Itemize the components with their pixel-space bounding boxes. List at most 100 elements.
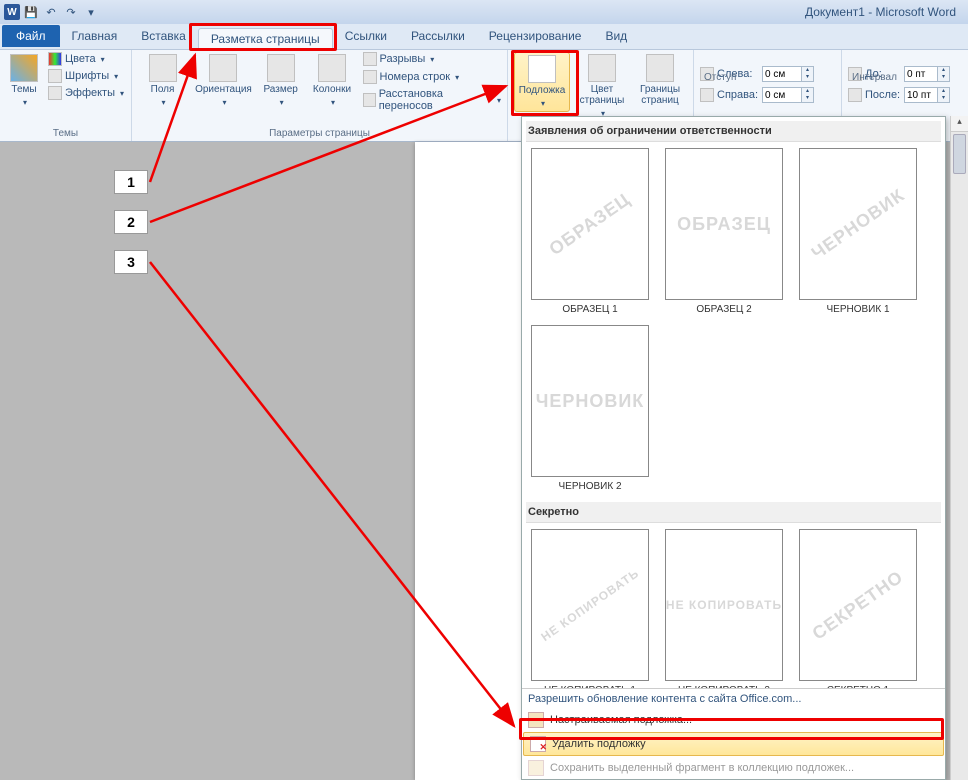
gallery-remove-watermark[interactable]: ✕ Удалить подложку <box>523 732 944 756</box>
margins-button[interactable]: Поля▾ <box>138 52 187 110</box>
line-numbers-icon <box>363 70 377 84</box>
indent-right-icon <box>700 88 714 102</box>
watermark-button[interactable]: Подложка▾ <box>514 52 570 112</box>
tab-view[interactable]: Вид <box>593 25 639 47</box>
remove-watermark-label: Удалить подложку <box>552 738 646 750</box>
margins-label: Поля <box>151 84 175 95</box>
window-title: Документ1 - Microsoft Word <box>805 5 964 19</box>
watermark-option[interactable]: НЕ КОПИРОВАТЬНЕ КОПИРОВАТЬ 2 <box>662 529 786 688</box>
gallery-grid-disclaimers: ОБРАЗЕЦОБРАЗЕЦ 1ОБРАЗЕЦОБРАЗЕЦ 2ЧЕРНОВИК… <box>526 146 941 502</box>
columns-button[interactable]: Колонки▾ <box>307 52 356 110</box>
gallery-scroll[interactable]: Заявления об ограничении ответственности… <box>522 117 945 688</box>
size-label: Размер <box>263 84 297 95</box>
watermark-option[interactable]: НЕ КОПИРОВАТЬНЕ КОПИРОВАТЬ 1 <box>528 529 652 688</box>
tab-review[interactable]: Рецензирование <box>477 25 594 47</box>
effects-label: Эффекты <box>65 87 115 99</box>
watermark-option-label: ЧЕРНОВИК 2 <box>528 481 652 492</box>
gallery-grid-confidential: НЕ КОПИРОВАТЬНЕ КОПИРОВАТЬ 1НЕ КОПИРОВАТ… <box>526 527 941 688</box>
line-numbers-button[interactable]: Номера строк▾ <box>363 70 502 84</box>
page-color-button[interactable]: Цвет страницы▾ <box>576 52 628 121</box>
themes-icon <box>10 54 38 82</box>
gallery-update-link[interactable]: Разрешить обновление контента с сайта Of… <box>522 689 945 709</box>
theme-effects-button[interactable]: Эффекты▾ <box>48 86 124 100</box>
tab-insert[interactable]: Вставка <box>129 25 198 47</box>
line-numbers-label: Номера строк <box>380 71 451 83</box>
breaks-button[interactable]: Разрывы▾ <box>363 52 502 66</box>
watermark-option[interactable]: ЧЕРНОВИКЧЕРНОВИК 1 <box>796 148 920 315</box>
page-borders-label: Границы страниц <box>636 84 684 106</box>
themes-label: Темы <box>11 84 36 95</box>
annotation-3: 3 <box>114 250 148 274</box>
size-button[interactable]: Размер▾ <box>260 52 302 110</box>
gallery-custom-watermark[interactable]: Настраиваемая подложка... <box>522 709 945 731</box>
page-borders-icon <box>646 54 674 82</box>
group-page-setup: Поля▾ Ориентация▾ Размер▾ Колонки▾ Разры… <box>132 50 508 141</box>
orientation-label: Ориентация <box>195 84 252 95</box>
watermark-option-label: ОБРАЗЕЦ 1 <box>528 304 652 315</box>
gallery-save-selection: Сохранить выделенный фрагмент в коллекци… <box>522 757 945 779</box>
colors-icon <box>48 52 62 66</box>
breaks-icon <box>363 52 377 66</box>
fonts-label: Шрифты <box>65 70 109 82</box>
custom-watermark-label: Настраиваемая подложка... <box>550 714 692 726</box>
hyphenation-button[interactable]: Расстановка переносов▾ <box>363 88 502 112</box>
theme-colors-button[interactable]: Цвета▾ <box>48 52 124 66</box>
scroll-up-icon[interactable]: ▴ <box>951 116 968 132</box>
watermark-option[interactable]: ЧЕРНОВИКЧЕРНОВИК 2 <box>528 325 652 492</box>
save-selection-icon <box>528 760 544 776</box>
columns-icon <box>318 54 346 82</box>
tab-file[interactable]: Файл <box>2 25 60 47</box>
spacing-after-label: После: <box>865 89 901 101</box>
remove-watermark-icon: ✕ <box>530 736 546 752</box>
indent-right-input[interactable]: ▴▾ <box>762 87 814 103</box>
watermark-icon <box>528 55 556 83</box>
colors-label: Цвета <box>65 53 96 65</box>
spacing-after-input[interactable]: ▴▾ <box>904 87 950 103</box>
orientation-icon <box>209 54 237 82</box>
orientation-button[interactable]: Ориентация▾ <box>193 52 254 110</box>
gallery-header-disclaimers: Заявления об ограничении ответственности <box>526 121 941 142</box>
custom-watermark-icon <box>528 712 544 728</box>
save-selection-label: Сохранить выделенный фрагмент в коллекци… <box>550 762 854 774</box>
watermark-option[interactable]: ОБРАЗЕЦОБРАЗЕЦ 2 <box>662 148 786 315</box>
tab-mailings[interactable]: Рассылки <box>399 25 477 47</box>
breaks-label: Разрывы <box>380 53 426 65</box>
group-indent-label: Отступ <box>700 72 835 85</box>
size-icon <box>267 54 295 82</box>
margins-icon <box>149 54 177 82</box>
redo-icon[interactable]: ↷ <box>62 3 80 21</box>
columns-label: Колонки <box>313 84 351 95</box>
word-app-icon: W <box>4 4 20 20</box>
themes-button[interactable]: Темы ▾ <box>6 52 42 110</box>
effects-icon <box>48 86 62 100</box>
undo-icon[interactable]: ↶ <box>42 3 60 21</box>
hyphenation-icon <box>363 93 376 107</box>
tab-home[interactable]: Главная <box>60 25 130 47</box>
scroll-thumb[interactable] <box>953 134 966 174</box>
qat-more-icon[interactable]: ▾ <box>82 3 100 21</box>
watermark-option[interactable]: ОБРАЗЕЦОБРАЗЕЦ 1 <box>528 148 652 315</box>
vertical-scrollbar[interactable]: ▴ <box>950 116 968 780</box>
watermark-option[interactable]: СЕКРЕТНОСЕКРЕТНО 1 <box>796 529 920 688</box>
indent-right-label: Справа: <box>717 89 759 101</box>
group-themes-label: Темы <box>6 128 125 141</box>
theme-fonts-button[interactable]: Шрифты▾ <box>48 69 124 83</box>
group-spacing-label: Интервал <box>848 72 958 85</box>
annotation-1: 1 <box>114 170 148 194</box>
quick-access-toolbar: W 💾 ↶ ↷ ▾ <box>4 3 100 21</box>
watermark-label: Подложка <box>519 85 566 96</box>
tab-page-layout[interactable]: Разметка страницы <box>198 28 333 50</box>
ribbon-tabs: Файл Главная Вставка Разметка страницы С… <box>0 24 968 50</box>
page-borders-button[interactable]: Границы страниц <box>634 52 686 108</box>
title-bar: W 💾 ↶ ↷ ▾ Документ1 - Microsoft Word <box>0 0 968 24</box>
tab-references[interactable]: Ссылки <box>333 25 399 47</box>
fonts-icon <box>48 69 62 83</box>
document-page[interactable] <box>415 142 525 780</box>
group-pagesetup-label: Параметры страницы <box>138 128 501 141</box>
group-themes: Темы ▾ Цвета▾ Шрифты▾ Эффекты▾ Темы <box>0 50 132 141</box>
save-icon[interactable]: 💾 <box>22 3 40 21</box>
annotation-2: 2 <box>114 210 148 234</box>
page-color-label: Цвет страницы <box>578 84 626 106</box>
watermark-option-label: ЧЕРНОВИК 1 <box>796 304 920 315</box>
page-color-icon <box>588 54 616 82</box>
